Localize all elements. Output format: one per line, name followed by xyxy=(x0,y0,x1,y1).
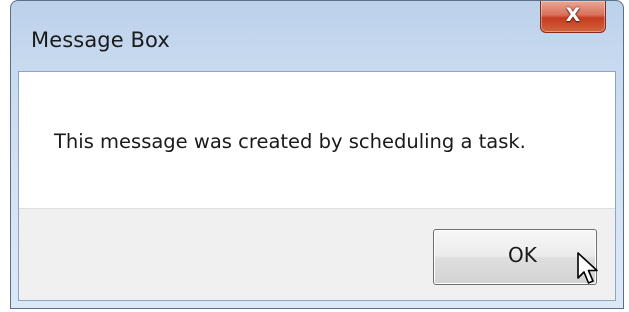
mouse-pointer-icon xyxy=(577,252,598,284)
ok-button-label: OK xyxy=(508,243,537,267)
button-bar: OK xyxy=(19,208,615,300)
title-bar[interactable]: Message Box X xyxy=(11,1,623,71)
window-title: Message Box xyxy=(31,28,170,52)
message-text: This message was created by scheduling a… xyxy=(54,130,526,153)
close-button[interactable]: X xyxy=(540,1,606,33)
dialog-content: This message was created by scheduling a… xyxy=(18,71,616,301)
ok-button[interactable]: OK xyxy=(433,229,598,285)
close-icon: X xyxy=(565,4,581,26)
message-box-window: Message Box X This message was created b… xyxy=(10,0,624,309)
